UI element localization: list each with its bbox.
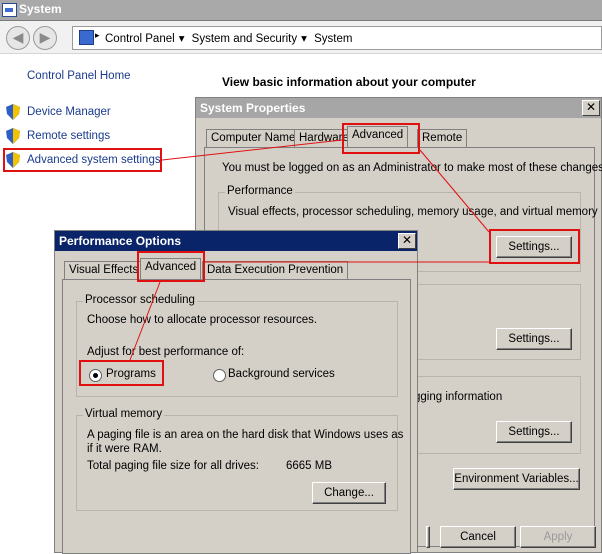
virtual-memory-description: A paging file is an area on the hard dis…	[87, 429, 404, 441]
shield-icon	[6, 104, 20, 120]
window-titlebar: System	[0, 0, 602, 21]
performance-description: Visual effects, processor scheduling, me…	[228, 206, 598, 218]
tab-computer-name[interactable]: Computer Name	[206, 129, 301, 147]
performance-settings-button[interactable]: Settings...	[496, 236, 572, 258]
background-services-radio[interactable]	[213, 369, 226, 382]
chevron-down-icon[interactable]: ▾	[179, 33, 185, 45]
breadcrumb-system[interactable]: System	[314, 33, 352, 45]
sidebar-item-device-manager[interactable]: Device Manager	[27, 106, 111, 118]
sidebar-item-remote-settings[interactable]: Remote settings	[27, 130, 110, 142]
control-panel-icon	[79, 30, 94, 45]
programs-radio[interactable]	[89, 369, 102, 382]
virtual-memory-description-cont: if it were RAM.	[87, 443, 162, 455]
navigation-bar: ◀ ▶ ▸ Control Panel ▾ System and Security…	[0, 21, 602, 54]
forward-button[interactable]: ▶	[33, 26, 57, 50]
startup-recovery-settings-button[interactable]: Settings...	[496, 421, 572, 443]
sidebar-item-advanced-system-settings[interactable]: Advanced system settings	[27, 154, 161, 166]
back-button[interactable]: ◀	[6, 26, 30, 50]
paging-total-value: 6665 MB	[286, 460, 333, 472]
admin-notice: You must be logged on as an Administrato…	[222, 162, 602, 174]
breadcrumb-control-panel[interactable]: Control Panel	[105, 33, 175, 45]
tab-visual-effects[interactable]: Visual Effects	[64, 261, 144, 279]
shield-icon	[6, 128, 20, 144]
cancel-button[interactable]: Cancel	[440, 526, 516, 548]
close-icon[interactable]: ✕	[398, 233, 416, 249]
chevron-down-icon[interactable]: ▾	[301, 33, 307, 45]
breadcrumb-system-and-security[interactable]: System and Security	[192, 33, 297, 45]
window-title: System	[19, 2, 62, 16]
background-services-label[interactable]: Background services	[228, 368, 335, 380]
change-button[interactable]: Change...	[312, 482, 386, 504]
performance-options-dialog: Performance Options ✕ Visual Effects Adv…	[54, 230, 418, 554]
tab-advanced[interactable]: Advanced	[347, 126, 409, 147]
chevron-right-icon: ▸	[95, 30, 100, 40]
shield-icon	[6, 152, 20, 168]
address-bar[interactable]: ▸ Control Panel ▾ System and Security ▾ Sy…	[72, 26, 602, 50]
processor-description: Choose how to allocate processor resourc…	[87, 314, 318, 326]
paging-total-label: Total paging file size for all drives:	[87, 460, 259, 472]
dialog-title: System Properties	[200, 101, 306, 115]
dialog-titlebar: Performance Options ✕	[55, 231, 417, 251]
system-icon	[2, 3, 17, 17]
group-label: Virtual memory	[83, 408, 165, 420]
adjust-label: Adjust for best performance of:	[87, 346, 245, 358]
ok-button-edge[interactable]	[426, 526, 430, 548]
tab-remote[interactable]: Remote	[417, 129, 468, 147]
tab-advanced[interactable]: Advanced	[140, 258, 202, 279]
close-icon[interactable]: ✕	[582, 100, 600, 116]
group-label: Performance	[225, 185, 295, 197]
breadcrumb: Control Panel ▾ System and Security ▾ Syst…	[105, 31, 356, 45]
startup-recovery-description: gging information	[414, 391, 503, 403]
page-title: View basic information about your comput…	[222, 75, 476, 89]
apply-button[interactable]: Apply	[520, 526, 596, 548]
sidebar-item-control-panel-home[interactable]: Control Panel Home	[27, 70, 131, 82]
processor-scheduling-group: Processor scheduling Choose how to alloc…	[76, 294, 398, 397]
user-profiles-settings-button[interactable]: Settings...	[496, 328, 572, 350]
programs-label[interactable]: Programs	[106, 368, 156, 380]
group-label: Processor scheduling	[83, 294, 197, 306]
dialog-title: Performance Options	[59, 234, 182, 248]
tab-hardware[interactable]: Hardware	[294, 129, 354, 147]
tab-data-execution-prevention[interactable]: Data Execution Prevention	[202, 261, 349, 279]
environment-variables-button[interactable]: Environment Variables...	[453, 468, 580, 490]
